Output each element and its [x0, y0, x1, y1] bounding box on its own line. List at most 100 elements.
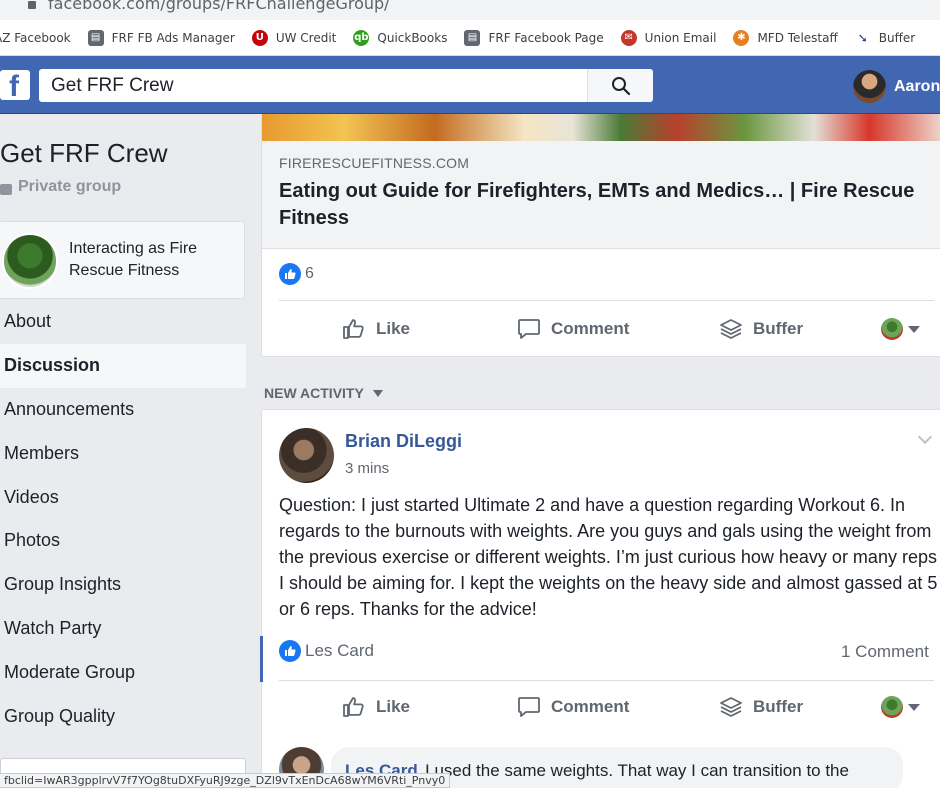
interacting-as-switcher[interactable]: Interacting as Fire Rescue Fitness: [0, 221, 245, 299]
comment-icon: [518, 697, 540, 717]
lock-icon: [0, 183, 12, 195]
bookmark-union-email[interactable]: ✉ Union Email: [620, 29, 717, 46]
user-name: Aaron: [894, 77, 940, 95]
divider: [279, 300, 934, 301]
avatar: [853, 70, 886, 103]
buffer-stack-icon: [720, 697, 742, 717]
like-label: Like: [376, 319, 411, 338]
nav-item-members[interactable]: Members: [0, 431, 246, 475]
caret-down-icon: [908, 325, 920, 333]
author-avatar[interactable]: [279, 428, 334, 483]
bookmark-label: QuickBooks: [377, 30, 448, 45]
bookmark-label: Buffer: [878, 30, 916, 45]
like-button[interactable]: Like: [342, 318, 410, 340]
post-actions: Like Comment Buffer: [262, 687, 940, 727]
nav-item-announcements[interactable]: Announcements: [0, 388, 246, 432]
bookmark-mfd-telestaff[interactable]: ✱ MFD Telestaff: [733, 29, 838, 46]
page-avatar: [2, 233, 58, 289]
url-text[interactable]: facebook.com/groups/FRFChallengeGroup/: [48, 0, 390, 13]
nav-item-videos[interactable]: Videos: [0, 475, 246, 519]
bookmark-label: Union Email: [644, 30, 717, 45]
caret-down-icon: [372, 389, 383, 397]
union-email-icon: ✉: [620, 29, 637, 46]
bookmark-label: FRF FB Ads Manager: [111, 30, 235, 45]
question-post: Brian DiLeggi 3 mins Question: I just st…: [260, 409, 940, 788]
like-button[interactable]: Like: [342, 696, 410, 718]
new-activity-sort[interactable]: NEW ACTIVITY: [264, 385, 383, 401]
browser-address-bar[interactable]: facebook.com/groups/FRFChallengeGroup/: [0, 0, 940, 20]
search-icon: [611, 76, 630, 95]
nav-item-about[interactable]: About: [0, 300, 246, 344]
bookmark-frf-ads-manager[interactable]: ▤ FRF FB Ads Manager: [87, 29, 235, 46]
unread-indicator: [260, 636, 263, 682]
comment-label: Comment: [551, 319, 630, 338]
bookmark-label: AZ Facebook: [0, 30, 71, 45]
like-reaction-icon: [279, 263, 301, 285]
nav-item-photos[interactable]: Photos: [0, 519, 246, 563]
comment-label: Comment: [551, 697, 630, 716]
ads-manager-icon: ▤: [87, 29, 104, 46]
bookmark-label: FRF Facebook Page: [488, 30, 604, 45]
nav-item-moderate-group[interactable]: Moderate Group: [0, 650, 246, 694]
comment-count[interactable]: 1 Comment: [841, 642, 929, 662]
buffer-button[interactable]: Buffer: [719, 318, 803, 340]
link-title[interactable]: Eating out Guide for Firefighters, EMTs …: [279, 178, 939, 232]
search-input[interactable]: [39, 69, 599, 102]
group-privacy: Private group: [0, 178, 121, 196]
bookmarks-bar: AZ Facebook ▤ FRF FB Ads Manager U UW Cr…: [0, 20, 940, 56]
comment-button[interactable]: Comment: [517, 318, 629, 340]
buffer-button[interactable]: Buffer: [719, 696, 803, 718]
buffer-label: Buffer: [753, 697, 804, 716]
comment-icon: [518, 319, 540, 339]
buffer-stack-icon: [720, 319, 742, 339]
group-title[interactable]: Get FRF Crew: [0, 138, 168, 169]
search-box: [39, 69, 653, 102]
quickbooks-icon: qb: [353, 29, 370, 46]
thumbs-up-icon: [343, 319, 364, 339]
buffer-icon: ➘: [854, 29, 871, 46]
facebook-top-bar: f Aaron: [0, 56, 940, 114]
like-label: Like: [376, 697, 411, 716]
comment-text: I used the same weights. That way I can …: [425, 761, 849, 780]
page-avatar: [881, 696, 903, 718]
caret-down-icon: [908, 703, 920, 711]
bookmark-uw-credit[interactable]: U UW Credit: [251, 29, 337, 46]
privacy-label: Private group: [18, 178, 122, 195]
divider: [279, 680, 934, 681]
search-button[interactable]: [587, 69, 653, 102]
post-options-chevron-icon[interactable]: [917, 429, 933, 445]
uw-credit-icon: U: [251, 29, 268, 46]
profile-link[interactable]: Aaron: [853, 70, 940, 103]
post-author[interactable]: Brian DiLeggi: [345, 431, 462, 452]
browser-status-bar: fbclid=IwAR3gpplrvV7f7YOg8tuDXFyuRJ9zge_…: [0, 773, 451, 788]
bookmark-az-facebook[interactable]: AZ Facebook: [0, 31, 71, 45]
bookmark-buffer[interactable]: ➘ Buffer: [854, 29, 916, 46]
like-reaction-icon: [279, 640, 301, 662]
telestaff-icon: ✱: [733, 29, 750, 46]
link-preview-image[interactable]: [262, 114, 940, 141]
bookmark-quickbooks[interactable]: qb QuickBooks: [353, 29, 448, 46]
reaction-summary[interactable]: Les Card: [279, 640, 374, 662]
interacting-as-label: Interacting as Fire Rescue Fitness: [69, 240, 198, 279]
lock-icon: [28, 1, 36, 9]
section-header: NEW ACTIVITY: [264, 385, 364, 401]
nav-item-watch-party[interactable]: Watch Party: [0, 607, 246, 651]
post-timestamp[interactable]: 3 mins: [345, 460, 389, 477]
bookmark-label: MFD Telestaff: [757, 30, 838, 45]
post-as-selector[interactable]: [881, 696, 920, 718]
nav-item-discussion[interactable]: Discussion: [0, 343, 246, 388]
post-body: Question: I just started Ultimate 2 and …: [279, 495, 938, 619]
reactor-name: Les Card: [305, 641, 374, 660]
comment-button[interactable]: Comment: [517, 696, 629, 718]
facebook-logo-icon[interactable]: f: [0, 70, 30, 103]
bookmark-label: UW Credit: [275, 30, 337, 45]
thumbs-up-icon: [343, 697, 364, 717]
nav-item-group-insights[interactable]: Group Insights: [0, 563, 246, 607]
page-avatar: [881, 318, 903, 340]
link-preview[interactable]: FIRERESCUEFITNESS.COM Eating out Guide f…: [262, 141, 940, 249]
reaction-summary[interactable]: 6: [279, 263, 314, 285]
like-count: 6: [305, 265, 314, 282]
nav-item-group-quality[interactable]: Group Quality: [0, 694, 246, 738]
post-as-selector[interactable]: [881, 318, 920, 340]
bookmark-frf-facebook-page[interactable]: ▤ FRF Facebook Page: [464, 29, 604, 46]
